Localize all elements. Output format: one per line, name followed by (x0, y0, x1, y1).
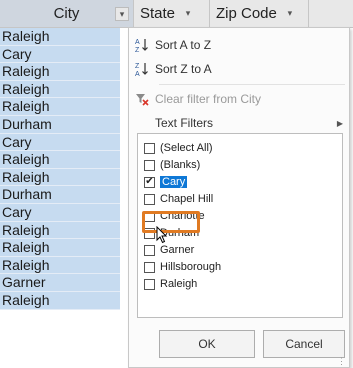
resize-grip-icon[interactable]: ⋮ (337, 357, 346, 366)
filter-value-list[interactable]: (Select All) (Blanks) ✔ Cary Chapel Hill… (137, 133, 343, 318)
menu-item-label: Sort Z to A (155, 62, 212, 76)
list-item-label: (Select All) (160, 142, 213, 154)
list-item-label: Hillsborough (160, 261, 222, 273)
table-cell[interactable]: Durham (0, 115, 120, 134)
list-item[interactable]: (Select All) (144, 140, 213, 156)
table-cell[interactable]: Raleigh (0, 151, 120, 169)
sort-descending-icon: ZA (129, 61, 155, 77)
ok-button[interactable]: OK (159, 330, 255, 358)
text-filters-item[interactable]: Text Filters ▶ (129, 112, 349, 134)
mouse-pointer-icon (156, 225, 168, 249)
filter-dropdown-button-city[interactable]: ▾ (115, 7, 129, 21)
list-item[interactable]: Chapel Hill (144, 191, 213, 207)
checkbox[interactable] (144, 142, 155, 154)
checkbox[interactable] (144, 159, 155, 171)
list-item[interactable]: Hillsborough (144, 259, 221, 275)
svg-text:A: A (135, 39, 140, 46)
list-item[interactable]: Garner (144, 242, 194, 258)
table-cell[interactable]: Cary (0, 45, 120, 64)
list-item-label: (Blanks) (160, 159, 201, 171)
filter-dropdown-button-zip[interactable]: ▾ (283, 7, 297, 21)
list-item-label: Raleigh (160, 278, 198, 290)
clear-filter-icon (129, 92, 155, 106)
menu-item-label: Text Filters (155, 116, 214, 130)
table-cell[interactable]: Raleigh (0, 98, 120, 116)
column-header-label: City (53, 5, 80, 22)
column-header-state[interactable]: State ▾ (134, 0, 210, 27)
sort-ascending-icon: AZ (129, 37, 155, 53)
list-item[interactable]: (Blanks) (144, 157, 200, 173)
cancel-button[interactable]: Cancel (263, 330, 345, 358)
table-cell[interactable]: Raleigh (0, 168, 120, 187)
table-cell[interactable]: Garner (0, 274, 120, 292)
clear-filter-item[interactable]: Clear filter from City (129, 88, 349, 110)
checkbox[interactable] (144, 193, 155, 205)
column-header-label: State (140, 5, 176, 22)
table-cell[interactable]: Durham (0, 186, 120, 204)
table-cell[interactable]: Raleigh (0, 80, 120, 99)
sort-z-to-a-item[interactable]: ZA Sort Z to A (129, 58, 349, 80)
column-header-label: Zip Code (216, 5, 277, 22)
list-item[interactable]: Raleigh (144, 276, 197, 292)
menu-separator (159, 84, 345, 85)
svg-text:Z: Z (135, 47, 140, 53)
submenu-arrow-icon: ▶ (336, 118, 343, 128)
checkbox-checked[interactable]: ✔ (144, 176, 155, 188)
table-cell[interactable]: Raleigh (0, 28, 120, 46)
checkbox[interactable] (144, 261, 155, 273)
checkbox[interactable] (144, 244, 155, 256)
table-cell[interactable]: Cary (0, 133, 120, 152)
table-cell[interactable]: Raleigh (0, 221, 120, 240)
list-item-label: Chapel Hill (160, 193, 214, 205)
column-header-city[interactable]: City ▾ (0, 0, 134, 27)
table-cell[interactable]: Cary (0, 203, 120, 222)
menu-item-label: Sort A to Z (155, 38, 212, 52)
filter-dropdown-menu: AZ Sort A to Z ZA Sort Z to A Clear filt… (128, 27, 350, 368)
column-header-zip[interactable]: Zip Code ▾ (210, 0, 309, 27)
spreadsheet: City ▾ State ▾ Zip Code ▾ Raleigh Cary R… (0, 0, 353, 368)
svg-text:A: A (135, 71, 140, 77)
city-column-cells: Raleigh Cary Raleigh Raleigh Raleigh Dur… (0, 28, 120, 310)
menu-item-label: Clear filter from City (155, 92, 262, 106)
table-cell[interactable]: Raleigh (0, 63, 120, 81)
table-cell[interactable]: Raleigh (0, 239, 120, 257)
table-cell[interactable]: Raleigh (0, 256, 120, 275)
sort-a-to-z-item[interactable]: AZ Sort A to Z (129, 34, 349, 56)
list-item-selected[interactable]: ✔ Cary (144, 174, 188, 190)
table-cell[interactable]: Raleigh (0, 291, 120, 310)
list-item-label: Cary (160, 176, 188, 188)
svg-text:Z: Z (135, 63, 140, 70)
header-row: City ▾ State ▾ Zip Code ▾ (0, 0, 353, 28)
checkbox[interactable] (144, 278, 155, 290)
filter-dropdown-button-state[interactable]: ▾ (181, 7, 195, 21)
highlight-box (142, 211, 200, 233)
